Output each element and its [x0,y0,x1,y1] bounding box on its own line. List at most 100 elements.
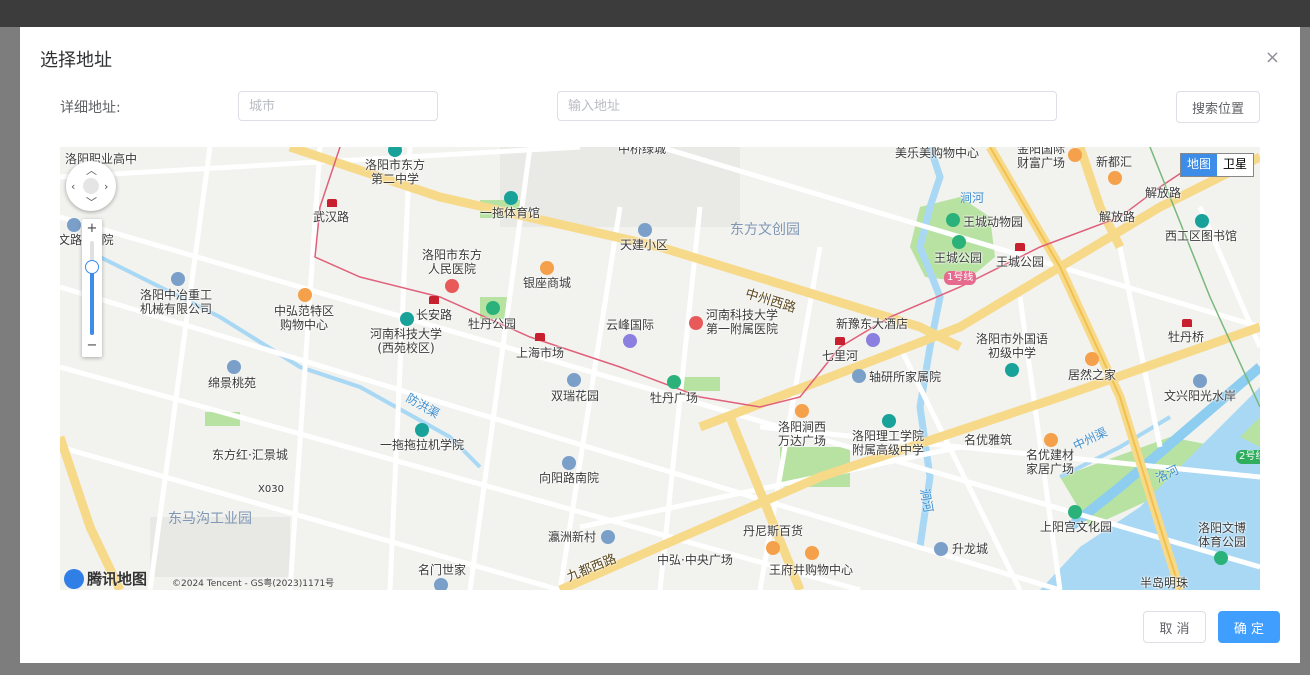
poi-label: 王城公园 [934,251,983,265]
zoom-slider-handle[interactable] [85,260,99,275]
poi-label: 王府井购物中心 [769,563,854,577]
poi-label: 文兴阳光水岸 [1164,389,1237,403]
shopping-icon [1085,352,1099,366]
map-type-standard[interactable]: 地图 [1180,154,1217,176]
poi-label: 长安路 [416,308,453,322]
school-icon [882,414,896,428]
shopping-icon [1108,171,1122,185]
zoom-out-button[interactable]: − [82,338,102,353]
water-label: 涧河 [960,191,985,205]
poi-label: 西工区图书馆 [1165,229,1238,243]
select-address-dialog: 选择地址 × 详细地址: 搜索位置 [20,27,1300,663]
area-label: 东马沟工业园 [168,511,252,527]
metro-line-badge: 2号线 [1236,450,1260,464]
address-input[interactable] [557,91,1057,121]
poi-label: 新豫东大酒店 [836,317,909,331]
metro-station-icon [429,296,439,304]
tencent-map-logo: 腾讯地图 [64,568,147,589]
park-icon [667,375,681,389]
poi-label: 洛阳市东方 人民医院 [422,248,483,276]
poi-label: 上阳宫文化园 [1040,520,1113,534]
poi-label: 洛阳涧西 万达广场 [778,420,827,448]
poi-label: 河南科技大学 第一附属医院 [706,308,779,336]
residential-icon [567,373,581,387]
dialog-title: 选择地址 [40,50,112,71]
residential-icon [562,456,576,470]
poi-label: 一拖体育馆 [480,206,541,220]
pan-left-icon[interactable]: ‹ [71,181,75,192]
poi-label: 河南科技大学 (西苑校区) [370,327,443,355]
shopping-icon [1068,148,1082,162]
poi-label: 美乐美购物中心 [895,147,980,160]
building-icon [623,334,637,348]
residential-icon [227,360,241,374]
hospital-icon [689,316,703,330]
poi-label: 中桥绿城 [618,147,667,156]
library-icon [1195,214,1209,228]
poi-label: 轴研所家属院 [869,370,942,384]
logo-text: 腾讯地图 [87,570,148,588]
metro-station-icon [327,199,337,207]
cancel-button[interactable]: 取 消 [1143,611,1206,643]
residential-icon [1193,374,1207,388]
poi-label: 王城公园 [996,255,1045,269]
hospital-icon [445,279,459,293]
shopping-icon [766,541,780,555]
poi-label: 银座商城 [523,276,572,290]
pan-center[interactable] [83,178,99,194]
poi-label: 丹尼斯百货 [743,524,804,538]
poi-label: 洛阳理工学院 附属高级中学 [852,429,925,457]
poi-label: 解放路 [1099,210,1136,224]
poi-label: 上海市场 [516,346,565,360]
park-icon [486,301,500,315]
zoom-control: + − [82,219,102,357]
metro-station-icon [1182,319,1192,327]
residential-icon [934,542,948,556]
poi-label: 武汉路 [313,210,350,224]
shopping-icon [540,261,554,275]
map-type-satellite[interactable]: 卫星 [1217,154,1253,176]
residential-icon [852,369,866,383]
poi-label: 双瑞花园 [551,389,600,403]
hotel-icon [866,333,880,347]
close-icon[interactable]: × [1265,49,1280,67]
poi-label: 名优雅筑 [964,433,1013,447]
confirm-button[interactable]: 确 定 [1218,611,1280,643]
city-input[interactable] [238,91,438,121]
poi-label: 牡丹广场 [650,391,699,405]
poi-label: 中弘·中央广场 [657,553,733,567]
residential-icon [601,530,615,544]
stadium-icon [504,191,518,205]
area-label: 东方文创园 [730,222,800,238]
pan-control[interactable]: ︿ ﹀ ‹ › [66,161,116,211]
shopping-icon [795,404,809,418]
residential-icon [638,223,652,237]
zoom-in-button[interactable]: + [82,221,102,236]
map-view[interactable]: 东方文创园 东马沟工业园 中州西路 九都西路 X030 防洪渠 涧河 中州渠 洛… [60,147,1260,590]
pan-right-icon[interactable]: › [104,181,108,192]
school-icon [415,423,429,437]
poi-label: 东方红·汇景城 [212,448,288,462]
poi-label: 七里河 [822,349,859,363]
poi-label: 金阳国际 财富广场 [1017,147,1066,170]
zoom-slider-fill [90,267,94,335]
park-icon [946,213,960,227]
poi-label: 洛阳中冶重工 机械有限公司 [140,288,213,316]
metro-station-icon [535,333,545,341]
poi-label: 新都汇 [1096,155,1133,169]
search-location-button[interactable]: 搜索位置 [1176,91,1260,123]
park-icon [1214,551,1228,565]
pan-up-icon[interactable]: ︿ [86,165,97,176]
metro-station-icon [835,337,845,345]
poi-label: 洛阳市外国语 初级中学 [976,332,1049,360]
shopping-icon [1044,433,1058,447]
poi-label: 洛阳市东方 第二中学 [365,158,426,186]
map-type-toggle: 地图 卫星 [1179,153,1254,177]
school-icon [400,312,414,326]
poi-label: 半岛明珠 [1140,576,1189,590]
poi-label: 王城动物园 [963,215,1024,229]
poi-label: 云峰国际 [606,318,655,332]
poi-label: 向阳路南院 [539,471,600,485]
address-label: 详细地址: [60,100,121,116]
pan-down-icon[interactable]: ﹀ [86,197,97,208]
